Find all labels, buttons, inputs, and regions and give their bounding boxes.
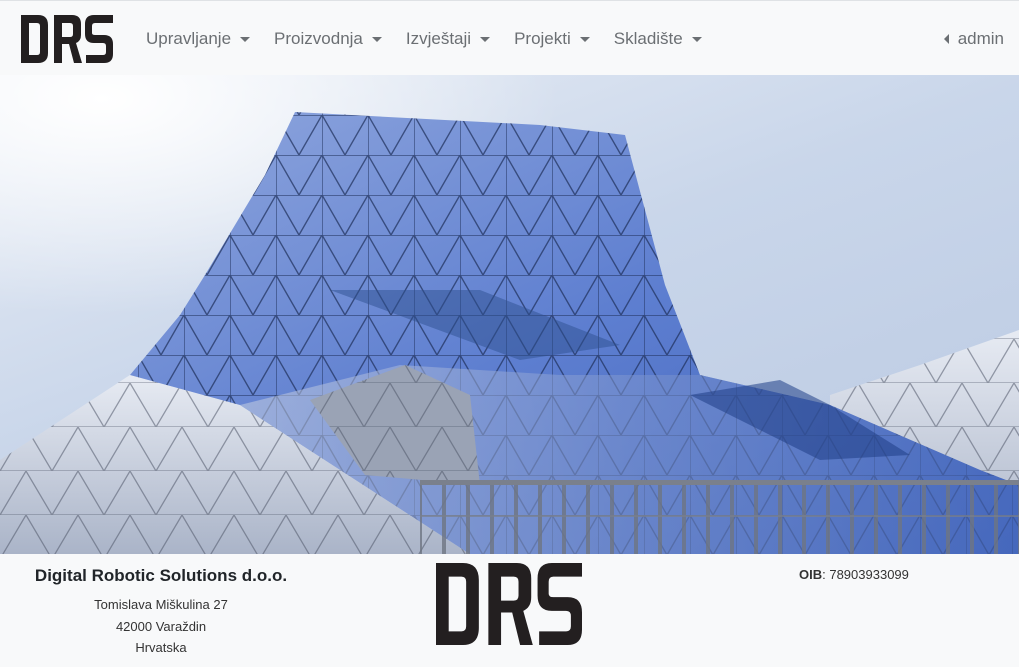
- brand-logo[interactable]: [21, 15, 113, 63]
- nav-izvjestaji-dropdown[interactable]: Izvještaji: [394, 29, 502, 49]
- nav-upravljanje-dropdown[interactable]: Upravljanje: [134, 29, 262, 49]
- caret-left-icon: [943, 33, 949, 44]
- nav-proizvodnja-dropdown[interactable]: Proizvodnja: [262, 29, 394, 49]
- caret-down-icon: [240, 37, 251, 42]
- hero-image: [0, 75, 1019, 554]
- caret-down-icon: [371, 37, 382, 42]
- nav-skladiste-dropdown[interactable]: Skladište: [602, 29, 714, 49]
- caret-down-icon: [691, 37, 702, 42]
- company-info: Digital Robotic Solutions d.o.o. Tomisla…: [0, 554, 322, 659]
- user-menu-dropdown[interactable]: admin: [943, 1, 1004, 76]
- user-name: admin: [957, 28, 1004, 48]
- address-street: Tomislava Miškulina 27: [94, 597, 228, 612]
- company-name: Digital Robotic Solutions d.o.o.: [34, 566, 288, 585]
- caret-down-icon: [480, 37, 491, 42]
- nav-upravljanje-label: Upravljanje: [146, 28, 232, 48]
- nav-proizvodnja-label: Proizvodnja: [274, 28, 363, 48]
- main-menu: Upravljanje Proizvodnja Izvještaji Proje…: [134, 1, 714, 76]
- oib-info: OIB: 78903933099: [799, 567, 909, 582]
- nav-projekti-label: Projekti: [514, 28, 571, 48]
- drs-logo-icon: [436, 563, 582, 645]
- address-city: 42000 Varaždin: [115, 618, 207, 634]
- footer: Digital Robotic Solutions d.o.o. Tomisla…: [0, 554, 1019, 667]
- address-country: Hrvatska: [135, 640, 187, 655]
- oib-value: : 78903933099: [822, 567, 909, 582]
- nav-projekti-dropdown[interactable]: Projekti: [502, 29, 602, 49]
- nav-skladiste-label: Skladište: [613, 28, 683, 48]
- building-photo: [0, 75, 1019, 554]
- top-navbar: Upravljanje Proizvodnja Izvještaji Proje…: [0, 0, 1019, 75]
- footer-logo: [436, 563, 582, 645]
- drs-logo-icon: [21, 15, 113, 63]
- oib-label: OIB: [799, 567, 823, 582]
- caret-down-icon: [579, 37, 590, 42]
- nav-izvjestaji-label: Izvještaji: [405, 28, 472, 48]
